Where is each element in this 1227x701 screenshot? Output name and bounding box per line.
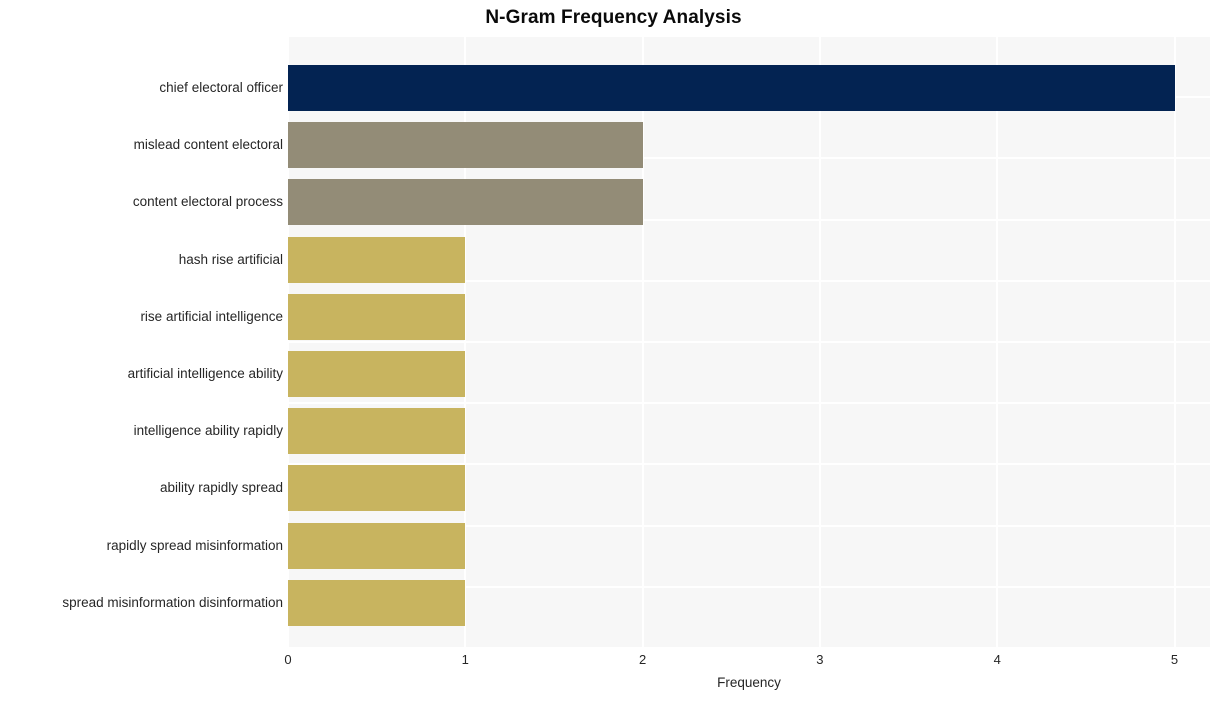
bar [288, 293, 466, 340]
gridline-horizontal [288, 36, 1210, 37]
y-axis-tick-label: spread misinformation disinformation [62, 594, 283, 610]
bar [288, 236, 466, 283]
bar [288, 408, 466, 455]
gridline-horizontal [288, 402, 1210, 405]
y-axis-tick-label: content electoral process [132, 194, 283, 210]
x-axis-tick-labels: 0 1 2 3 4 5 [0, 648, 1227, 672]
y-axis-tick-label: mislead content electoral [133, 137, 283, 153]
gridline-horizontal [288, 341, 1210, 343]
bar [288, 122, 643, 169]
y-axis-tick-label: ability rapidly spread [159, 480, 283, 496]
bar [288, 65, 1175, 111]
y-axis-tick-labels: chief electoral officer mislead content e… [0, 36, 283, 648]
x-axis-tick-label: 5 [1170, 652, 1179, 667]
bar [288, 179, 643, 226]
y-axis-tick-label: rise artificial intelligence [140, 308, 283, 324]
bar [288, 351, 466, 397]
bar [288, 579, 466, 626]
y-axis-tick-label: intelligence ability rapidly [133, 423, 283, 439]
y-axis-tick-label: artificial intelligence ability [127, 366, 283, 381]
plot-area [288, 36, 1210, 648]
y-axis-tick-label: chief electoral officer [159, 80, 283, 95]
x-axis-title: Frequency [717, 675, 781, 690]
chart-title: N-Gram Frequency Analysis [485, 7, 742, 28]
y-axis-tick-label: rapidly spread misinformation [106, 537, 283, 553]
ngram-frequency-chart: N-Gram Frequency Analysis chief electora… [0, 0, 1227, 701]
x-axis-tick-label: 3 [816, 652, 824, 667]
x-axis-tick-label: 2 [638, 652, 647, 667]
y-axis-tick-label: hash rise artificial [178, 251, 283, 267]
x-axis-tick-label: 1 [461, 652, 469, 667]
bar [288, 522, 466, 569]
bar [288, 465, 466, 512]
x-axis-tick-label: 0 [284, 652, 292, 667]
x-axis-tick-label: 4 [993, 652, 1001, 667]
